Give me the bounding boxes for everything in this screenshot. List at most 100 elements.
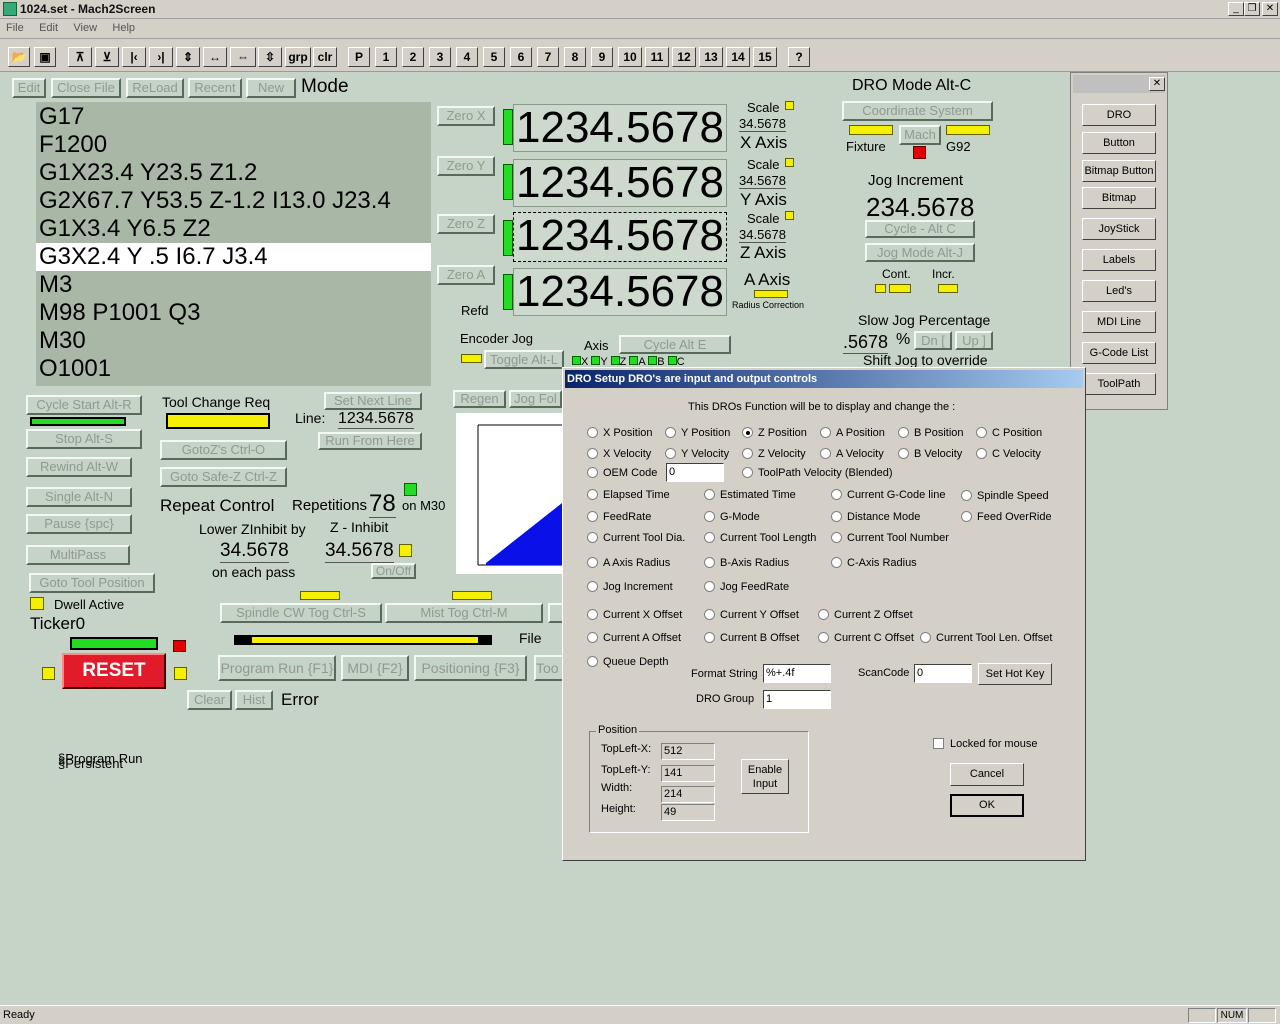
program-run-button[interactable]: Program Run {F1}	[218, 655, 336, 681]
page-p-button[interactable]: P	[348, 47, 370, 67]
radio-x-velocity[interactable]: X Velocity	[587, 447, 651, 461]
align-bottom-icon[interactable]: ⊻	[95, 47, 119, 67]
jog-follow-button[interactable]: Jog Fol	[509, 390, 562, 408]
radio-c-axis-radius[interactable]: C-Axis Radius	[831, 556, 917, 570]
menu-edit[interactable]: Edit	[33, 19, 64, 34]
page-button-14[interactable]: 14	[726, 47, 750, 67]
z-scale-dro[interactable]: 34.5678	[739, 227, 786, 243]
set-hot-key-button[interactable]: Set Hot Key	[978, 663, 1052, 685]
panel-labels-button[interactable]: Labels	[1082, 249, 1156, 271]
reload-button[interactable]: ReLoad	[126, 78, 184, 98]
y-axis-dro[interactable]: 1234.5678	[513, 159, 727, 207]
panel-dro-button[interactable]: DRO	[1082, 104, 1156, 126]
radio-jog-feedrate[interactable]: Jog FeedRate	[704, 580, 789, 594]
cycle-alt-c-button[interactable]: Cycle - Alt C	[865, 220, 975, 238]
help-icon[interactable]: ?	[788, 47, 810, 67]
jog-down-button[interactable]: Dn [	[914, 331, 952, 350]
coordinate-system-button[interactable]: Coordinate System	[842, 101, 993, 121]
clear-button[interactable]: clr	[313, 47, 337, 67]
radio-a-velocity[interactable]: A Velocity	[820, 447, 884, 461]
radio-a-position[interactable]: A Position	[820, 426, 885, 440]
radio-current-tool-dia[interactable]: Current Tool Dia.	[587, 531, 685, 545]
panel-leds-button[interactable]: Led's	[1082, 280, 1156, 302]
radio-c-position[interactable]: C Position	[976, 426, 1042, 440]
page-button-6[interactable]: 6	[510, 47, 532, 67]
radio-z-position[interactable]: Z Position	[742, 426, 807, 440]
radio-current-b-offset[interactable]: Current B Offset	[704, 631, 799, 645]
radio-spindle-speed[interactable]: Spindle Speed	[961, 489, 1049, 503]
menu-file[interactable]: File	[0, 19, 30, 34]
run-from-here-button[interactable]: Run From Here	[318, 432, 422, 450]
page-button-3[interactable]: 3	[429, 47, 451, 67]
clear-error-button[interactable]: Clear	[187, 690, 232, 710]
enable-input-button[interactable]: Enable Input	[741, 759, 789, 794]
page-button-9[interactable]: 9	[591, 47, 613, 67]
reset-button[interactable]: RESET	[62, 653, 166, 689]
page-button-12[interactable]: 12	[672, 47, 696, 67]
positioning-button[interactable]: Positioning {F3}	[414, 655, 527, 681]
radio-current-c-offset[interactable]: Current C Offset	[818, 631, 914, 645]
radio-current-gcode-line[interactable]: Current G-Code line	[831, 488, 945, 502]
radio-b-position[interactable]: B Position	[898, 426, 964, 440]
panel-mdi-line-button[interactable]: MDI Line	[1082, 311, 1156, 333]
cycle-start-button[interactable]: Cycle Start Alt-R	[26, 395, 142, 415]
single-button[interactable]: Single Alt-N	[26, 487, 132, 507]
z-inhibit-dro[interactable]: 34.5678	[325, 540, 394, 563]
radio-z-velocity[interactable]: Z Velocity	[742, 447, 806, 461]
dro-group-input[interactable]: 1	[763, 690, 831, 709]
menu-help[interactable]: Help	[106, 19, 141, 34]
page-button-2[interactable]: 2	[402, 47, 424, 67]
align-top-icon[interactable]: ⊼	[68, 47, 92, 67]
page-button-13[interactable]: 13	[699, 47, 723, 67]
radio-b-axis-radius[interactable]: B-Axis Radius	[704, 556, 789, 570]
jog-mode-button[interactable]: Jog Mode Alt-J	[865, 243, 975, 262]
radio-toolpath-velocity[interactable]: ToolPath Velocity (Blended)	[742, 466, 893, 480]
page-button-15[interactable]: 15	[753, 47, 777, 67]
set-next-line-button[interactable]: Set Next Line	[324, 392, 422, 410]
height-input[interactable]: 49	[661, 804, 715, 821]
mist-button[interactable]: Mist Tog Ctrl-M	[385, 603, 543, 623]
radio-jog-increment[interactable]: Jog Increment	[587, 580, 673, 594]
pause-button[interactable]: Pause {spc}	[26, 514, 132, 534]
minimize-button[interactable]: _	[1228, 2, 1244, 16]
rewind-button[interactable]: Rewind Alt-W	[26, 457, 132, 477]
panel-bitmap-button-button[interactable]: Bitmap Button	[1082, 160, 1156, 182]
radio-feed-override[interactable]: Feed OverRide	[961, 510, 1052, 524]
radio-distance-mode[interactable]: Distance Mode	[831, 510, 920, 524]
x-axis-dro[interactable]: 1234.5678	[513, 104, 727, 152]
slow-jog-dro[interactable]: .5678	[843, 331, 889, 354]
radio-estimated-time[interactable]: Estimated Time	[704, 488, 796, 502]
radio-elapsed-time[interactable]: Elapsed Time	[587, 488, 670, 502]
radio-c-velocity[interactable]: C Velocity	[976, 447, 1041, 461]
page-button-7[interactable]: 7	[537, 47, 559, 67]
history-button[interactable]: Hist	[235, 690, 273, 710]
format-string-input[interactable]: %+.4f	[763, 664, 831, 683]
radio-a-axis-radius[interactable]: A Axis Radius	[587, 556, 670, 570]
panel-close-icon[interactable]: ✕	[1149, 77, 1165, 91]
scancode-input[interactable]: 0	[914, 664, 972, 683]
restore-button[interactable]: ❐	[1244, 2, 1260, 16]
repetitions-dro[interactable]: 78	[369, 491, 396, 518]
radio-feedrate[interactable]: FeedRate	[587, 510, 651, 524]
new-button[interactable]: New	[246, 78, 296, 98]
jog-up-button[interactable]: Up ]	[955, 331, 993, 350]
radio-y-position[interactable]: Y Position	[665, 426, 730, 440]
gotoz-button[interactable]: GotoZ's Ctrl-O	[160, 440, 287, 460]
locked-for-mouse-checkbox[interactable]: Locked for mouse	[933, 737, 1037, 751]
page-button-10[interactable]: 10	[618, 47, 642, 67]
page-button-5[interactable]: 5	[483, 47, 505, 67]
ok-button[interactable]: OK	[950, 794, 1024, 817]
regen-button[interactable]: Regen	[453, 390, 506, 408]
radio-current-x-offset[interactable]: Current X Offset	[587, 608, 682, 622]
topleft-x-input[interactable]: 512	[661, 743, 715, 760]
radio-current-tool-length[interactable]: Current Tool Length	[704, 531, 816, 545]
close-icon[interactable]: ✕	[1262, 2, 1278, 16]
zero-x-button[interactable]: Zero X	[437, 106, 495, 126]
panel-button-button[interactable]: Button	[1082, 132, 1156, 154]
on-off-button[interactable]: On/Off	[371, 563, 416, 579]
radio-current-tool-len-offset[interactable]: Current Tool Len. Offset	[920, 631, 1052, 645]
goto-tool-position-button[interactable]: Goto Tool Position	[29, 573, 155, 593]
same-width-icon[interactable]: ↔	[203, 47, 227, 67]
save-disk-icon[interactable]: ▣	[34, 47, 56, 67]
radio-b-velocity[interactable]: B Velocity	[898, 447, 962, 461]
